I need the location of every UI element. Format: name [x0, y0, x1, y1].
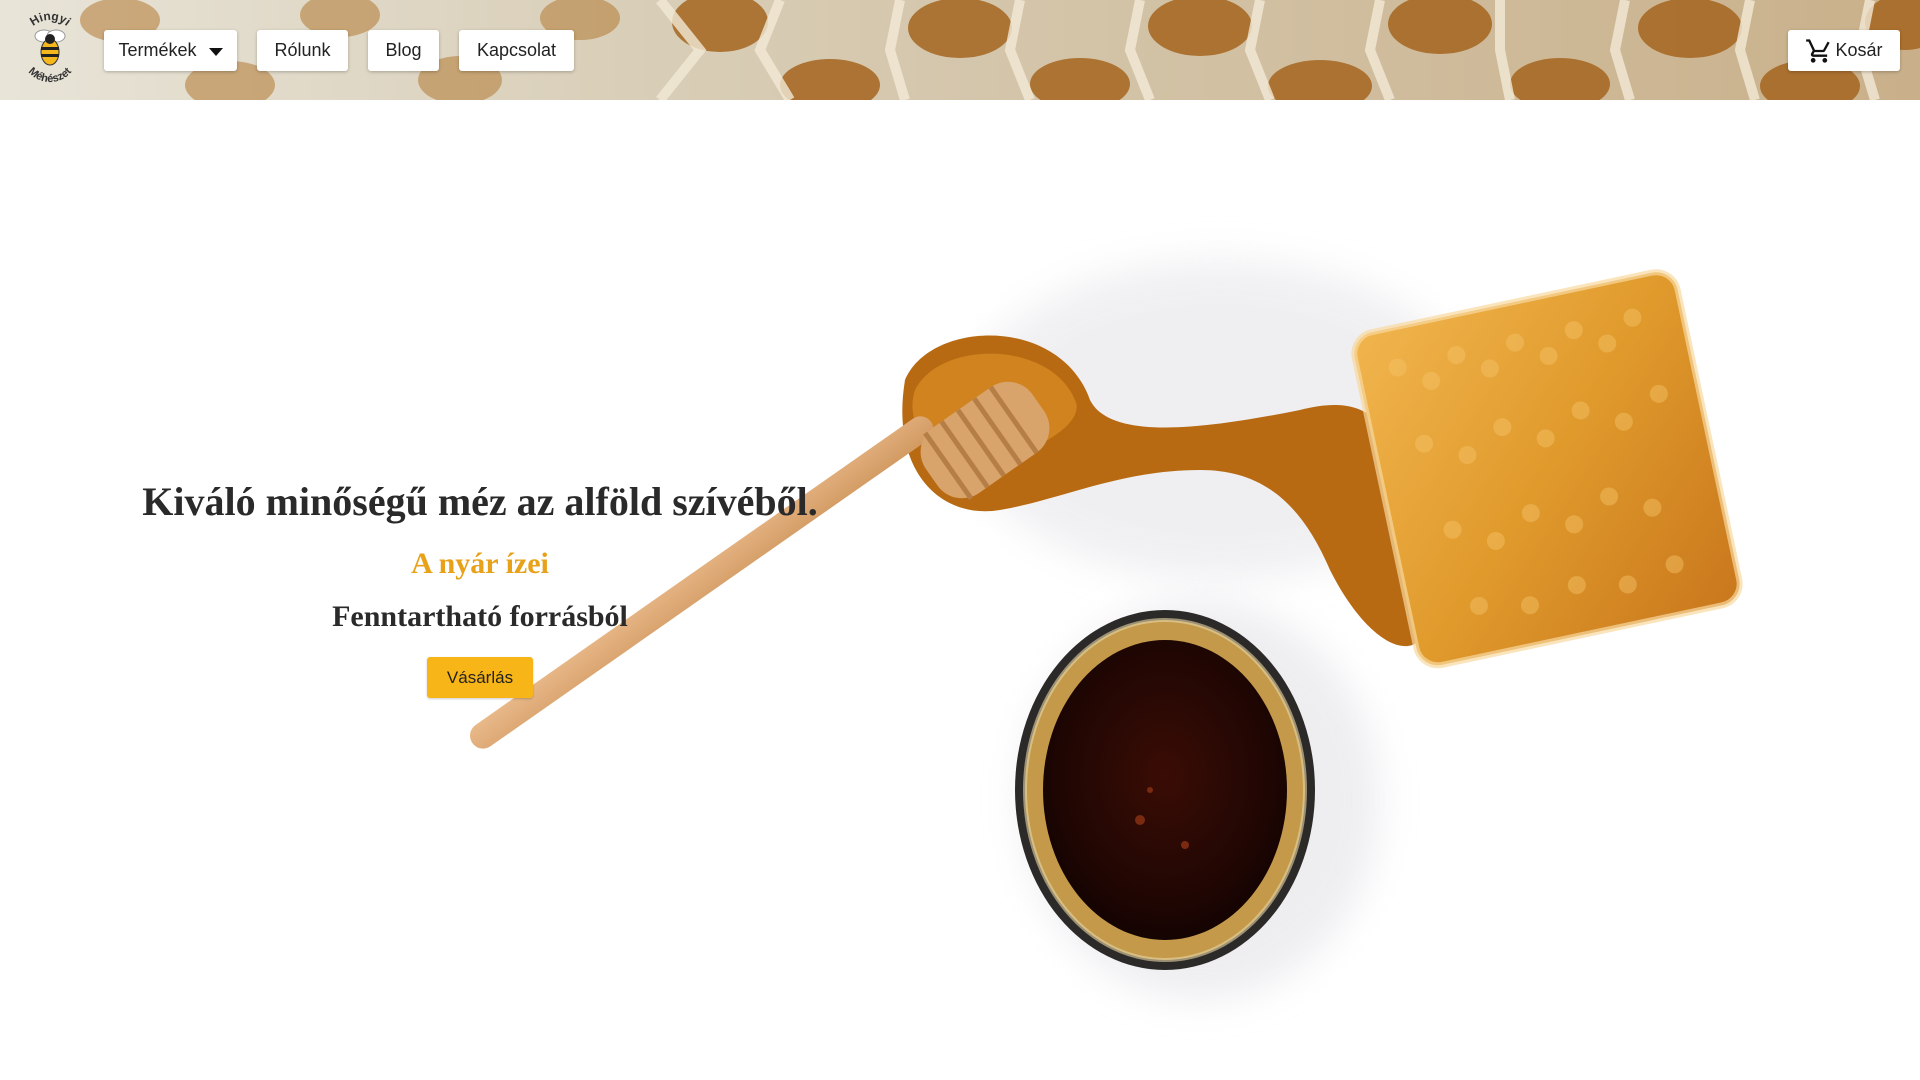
- site-header: Hingyi Méhészet Termékek Rólunk Blog Kap…: [0, 0, 1920, 100]
- honey-hero-image: [470, 260, 1743, 1000]
- nav-products-dropdown[interactable]: Termékek: [104, 30, 237, 71]
- svg-text:Méhészet: Méhészet: [26, 65, 74, 85]
- brand-logo[interactable]: Hingyi Méhészet: [14, 6, 86, 94]
- nav-products-label: Termékek: [118, 40, 197, 60]
- nav-about-label: Rólunk: [274, 40, 331, 60]
- nav-contact-button[interactable]: Kapcsolat: [459, 30, 574, 71]
- hero-section: Kiváló minőségű méz az alföld szívéből. …: [0, 100, 1920, 1080]
- hero-subtitle: A nyár ízei: [411, 547, 549, 580]
- hero-title: Kiváló minőségű méz az alföld szívéből.: [142, 479, 818, 524]
- bee-icon: [34, 29, 66, 66]
- logo-bottom-text: Méhészet: [26, 65, 74, 85]
- hero-tagline: Fenntartható forrásból: [332, 600, 628, 633]
- page: Hingyi Méhészet Termékek Rólunk Blog Kap…: [0, 0, 1920, 1080]
- buy-button-label: Vásárlás: [446, 667, 514, 687]
- cart-icon: [1806, 38, 1831, 63]
- nav-about-button[interactable]: Rólunk: [257, 30, 348, 71]
- cart-label: Kosár: [1835, 40, 1883, 60]
- nav-blog-label: Blog: [385, 40, 422, 60]
- svg-text:Hingyi: Hingyi: [27, 9, 73, 29]
- nav-blog-button[interactable]: Blog: [368, 30, 439, 71]
- caret-down-icon: [208, 47, 223, 56]
- nav-contact-label: Kapcsolat: [476, 40, 557, 60]
- buy-button[interactable]: Vásárlás: [427, 657, 533, 698]
- logo-top-text: Hingyi: [27, 9, 73, 29]
- cart-button[interactable]: Kosár: [1788, 30, 1900, 71]
